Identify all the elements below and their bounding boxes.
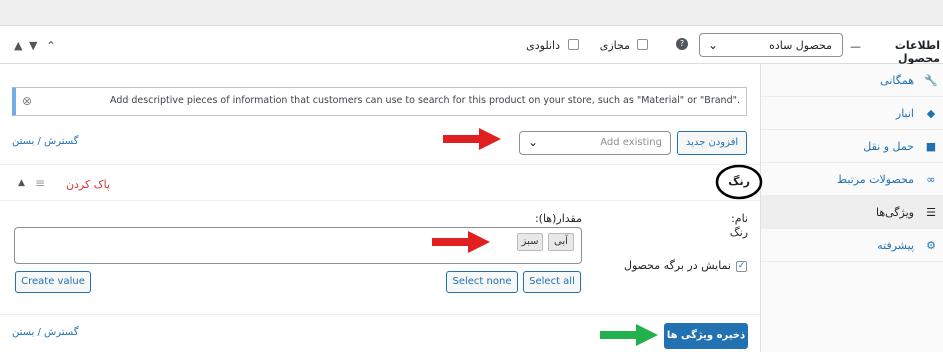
move-down-icon[interactable]: ▼ (29, 39, 41, 52)
tab-advanced[interactable]: ⚙ پیشرفته (761, 229, 943, 262)
tab-general[interactable]: 🔧 همگانی (761, 64, 943, 97)
truck-icon: ■ (925, 140, 937, 153)
select-all-button[interactable]: Select all (523, 271, 581, 293)
product-data-tabs: 🔧 همگانی ◆ انبار ■ حمل و نقل ∞ محصولات م… (760, 64, 943, 352)
list-icon: ☰ (926, 206, 936, 219)
tab-inventory[interactable]: ◆ انبار (761, 97, 943, 130)
values-input[interactable] (14, 227, 582, 264)
chevron-down-icon: ⌄ (708, 38, 719, 52)
red-arrow-annotation (432, 231, 490, 253)
product-type-value: محصول ساده (769, 39, 832, 52)
tab-label: ویژگی‌ها (875, 206, 914, 219)
value-token[interactable]: آبی (548, 233, 574, 251)
help-icon[interactable]: ? (676, 38, 688, 50)
tab-label: محصولات مرتبط (836, 173, 914, 186)
create-value-button[interactable]: Create value (15, 271, 91, 293)
divider (0, 200, 760, 201)
add-new-button[interactable]: افزودن جدید (677, 131, 747, 155)
remove-attribute-link[interactable]: پاک کردن (60, 178, 110, 191)
expand-collapse-link[interactable]: گسترش / بستن (12, 327, 78, 338)
add-existing-select[interactable]: ⌄ Add existing (519, 131, 671, 155)
product-type-select[interactable]: ⌄ محصول ساده (699, 33, 843, 57)
notice-text: Add descriptive pieces of information th… (109, 95, 740, 106)
link-icon: ∞ (926, 173, 936, 186)
tab-linked-products[interactable]: ∞ محصولات مرتبط (761, 163, 943, 196)
top-strip (0, 0, 943, 26)
tag-icon: ◆ (926, 107, 936, 120)
tab-label: انبار (895, 107, 914, 120)
chevron-down-icon: ⌄ (528, 135, 539, 149)
name-value: رنگ (729, 226, 748, 239)
downloadable-label: دانلودی (526, 39, 560, 52)
tab-attributes[interactable]: ☰ ویژگی‌ها (761, 196, 943, 229)
expand-collapse-link[interactable]: گسترش / بستن (12, 136, 78, 147)
show-on-page-checkbox[interactable]: ✓ (736, 261, 747, 272)
drag-handle-icon[interactable]: ≡ (35, 176, 45, 190)
wrench-icon: 🔧 (924, 74, 938, 87)
tab-label: همگانی (880, 74, 914, 87)
value-token[interactable]: سبز (517, 233, 543, 251)
show-on-page-label: نمایش در برگه محصول (623, 259, 731, 272)
page-title: اطلاعات محصول (894, 39, 940, 65)
divider (0, 164, 760, 165)
circle-annotation (715, 164, 763, 200)
downloadable-checkbox[interactable] (568, 39, 579, 50)
collapse-panel-icon[interactable]: ⌃ (46, 39, 58, 53)
save-attributes-button[interactable]: ذخیره ویژگی ها (664, 323, 748, 349)
add-existing-placeholder: Add existing (600, 137, 662, 148)
close-icon[interactable]: ⊗ (22, 94, 32, 108)
name-label: نام: (731, 212, 748, 225)
green-arrow-annotation (600, 324, 658, 346)
tab-label: حمل و نقل (863, 140, 914, 153)
virtual-checkbox[interactable] (637, 39, 648, 50)
red-arrow-annotation (443, 128, 501, 150)
tab-shipping[interactable]: ■ حمل و نقل (761, 130, 943, 163)
header-dash: — (850, 40, 861, 53)
values-label: مقدار(ها): (534, 212, 582, 225)
select-none-button[interactable]: Select none (446, 271, 518, 293)
info-notice: ⊗ Add descriptive pieces of information … (12, 87, 747, 116)
divider (0, 314, 760, 315)
tab-label: پیشرفته (877, 239, 914, 252)
toggle-attribute-icon[interactable]: ▲ (18, 178, 25, 188)
move-up-icon[interactable]: ▲ (14, 39, 26, 52)
virtual-label: مجازی (599, 39, 630, 52)
gear-icon: ⚙ (926, 239, 936, 252)
